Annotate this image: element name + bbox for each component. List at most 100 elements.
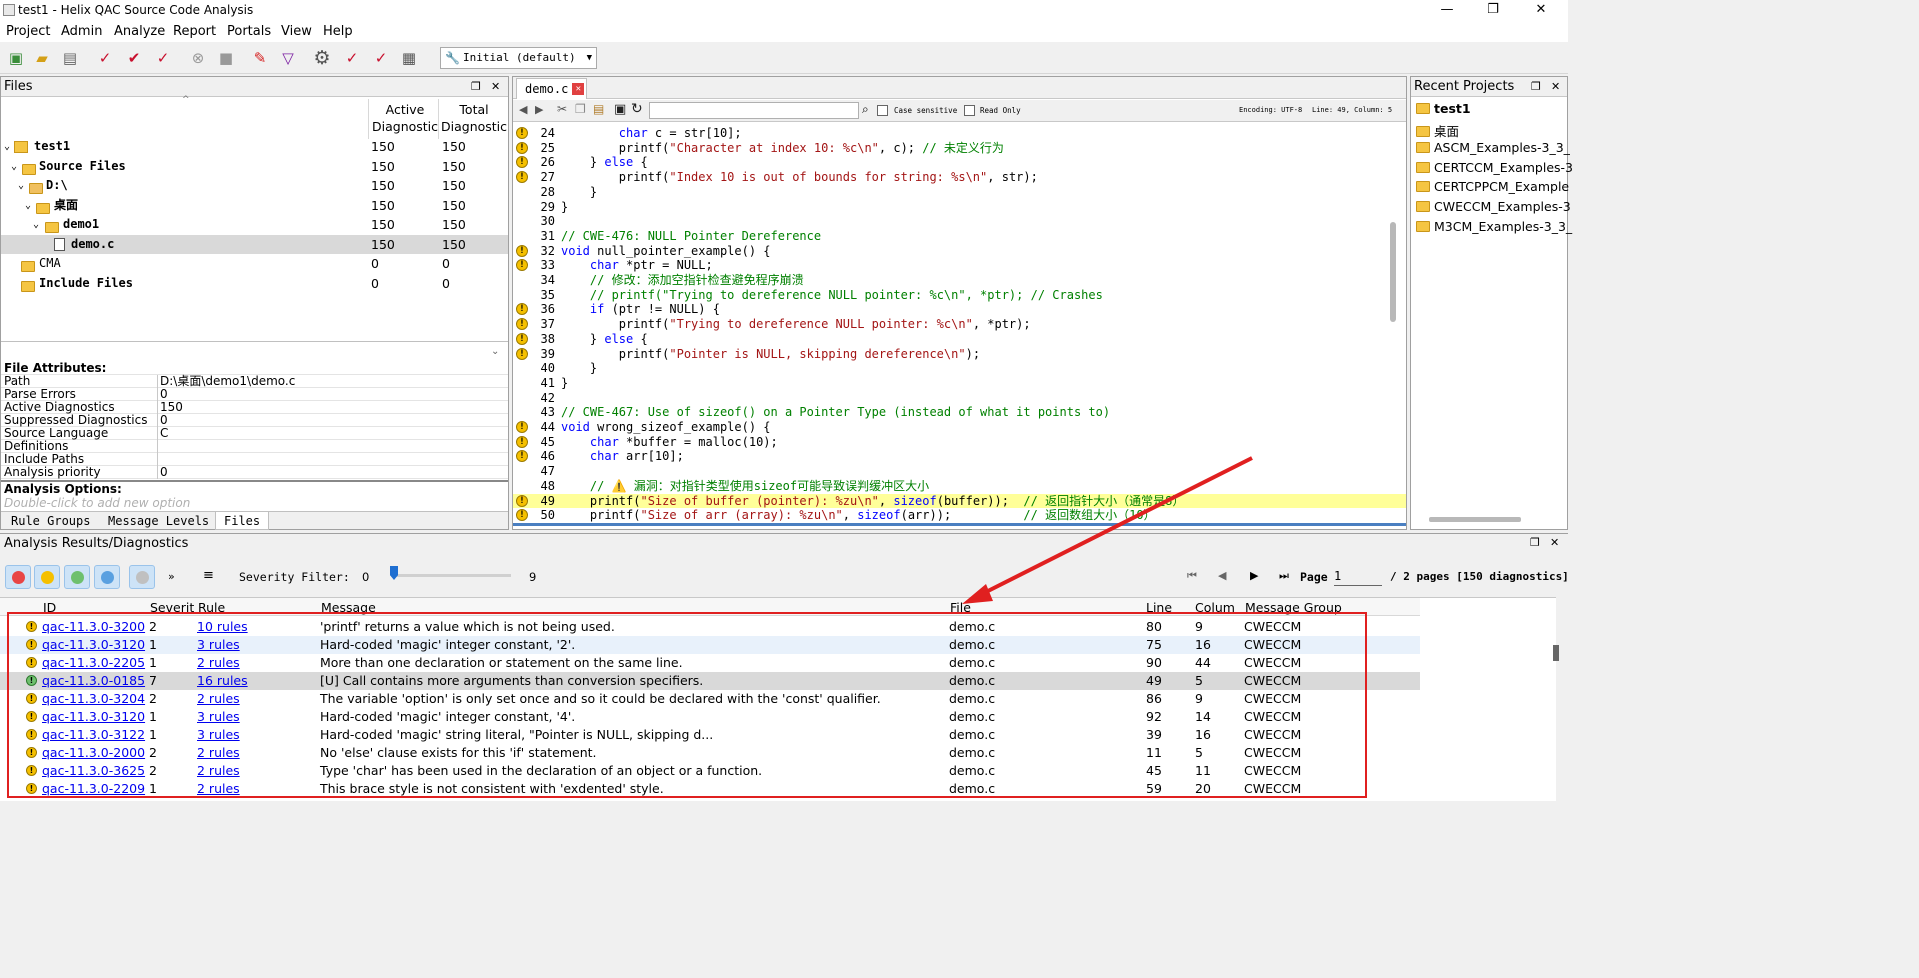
read-only-checkbox[interactable] (964, 105, 975, 116)
code-line[interactable]: ! 38 } else { (513, 332, 1406, 347)
more-filters-icon[interactable]: » (168, 570, 175, 583)
code-line[interactable]: ! 39 printf("Pointer is NULL, skipping de… (513, 347, 1406, 362)
forward-icon[interactable]: ▶ (535, 103, 543, 116)
stop-icon[interactable]: ■ (216, 48, 236, 68)
collapse-icon[interactable]: ⌄ (11, 157, 17, 176)
next-page-icon[interactable]: ▶ (1250, 569, 1258, 582)
table-scrollbar-thumb[interactable] (1553, 645, 1559, 661)
configuration-select[interactable]: 🔧 Initial (default) ▼ (440, 47, 597, 69)
close-tab-icon[interactable]: ✕ (572, 83, 585, 95)
code-area[interactable]: ! 24 char c = str[10];! 25 printf("Charact… (513, 123, 1406, 529)
float-panel-icon[interactable]: ❐ (471, 77, 481, 97)
tree-item-drive-d[interactable]: ⌄ D:\ 150 150 (1, 176, 508, 196)
menu-admin[interactable]: Admin (61, 24, 102, 39)
copy-icon[interactable]: ❐ (575, 102, 586, 116)
editor-scrollbar-thumb[interactable] (1390, 222, 1396, 322)
warning-icon[interactable]: ! (516, 435, 528, 448)
menu-report[interactable]: Report (173, 24, 216, 39)
settings-icon[interactable]: ⚙ (312, 48, 332, 68)
close-window-button[interactable]: ✕ (1518, 0, 1564, 20)
rule-config-icon[interactable]: ✓ (371, 48, 391, 68)
analysis-options-placeholder[interactable]: Double-click to add new option (4, 496, 190, 510)
tree-item-demo-c[interactable]: demo.c 150 150 (1, 234, 508, 254)
save-icon[interactable]: ▣ (614, 102, 626, 117)
tab-message-levels[interactable]: Message Levels (100, 512, 217, 530)
code-line[interactable]: 34 // 修改：添加空指针检查避免程序崩溃 (513, 273, 1406, 288)
collapse-icon[interactable]: ⌄ (18, 176, 24, 195)
warning-icon[interactable]: ! (516, 171, 528, 184)
warning-icon[interactable]: ! (516, 332, 528, 345)
code-line[interactable]: 28 } (513, 185, 1406, 200)
last-page-icon[interactable]: ⏭ (1279, 569, 1289, 583)
code-line[interactable]: ! 25 printf("Character at index 10: %c\n"… (513, 141, 1406, 156)
warning-icon[interactable]: ! (516, 494, 528, 507)
warning-icon[interactable]: ! (516, 421, 528, 433)
code-line[interactable]: 31 // CWE-476: NULL Pointer Dereference (513, 229, 1406, 244)
maximize-button[interactable]: ❐ (1470, 0, 1516, 20)
search-icon[interactable]: ⌕ (862, 102, 869, 117)
warning-icon[interactable]: ! (516, 318, 528, 331)
prev-page-icon[interactable]: ◀ (1218, 569, 1226, 582)
code-line[interactable]: ! 45 char *buffer = malloc(10); (513, 435, 1406, 450)
recent-project-item[interactable]: CERTCPPCM_Example (1416, 179, 1569, 194)
severity-filter-button[interactable] (94, 565, 120, 589)
collapse-attributes-icon[interactable]: ⌄ (491, 346, 499, 357)
suppress-icon[interactable]: ✎ (250, 48, 270, 68)
cut-icon[interactable]: ✂ (557, 102, 567, 116)
code-line[interactable]: ! 32 void null_pointer_example() { (513, 244, 1406, 259)
warning-icon[interactable]: ! (516, 259, 528, 272)
code-line[interactable]: ! 33 char *ptr = NULL; (513, 258, 1406, 273)
warning-icon[interactable]: ! (516, 141, 528, 154)
configure-icon[interactable]: ✓ (342, 48, 362, 68)
code-line[interactable]: ! 27 printf("Index 10 is out of bounds fo… (513, 170, 1406, 185)
menu-view[interactable]: View (281, 24, 312, 39)
first-page-icon[interactable]: ⏮ (1187, 569, 1197, 583)
code-line[interactable]: ! 37 printf("Trying to dereference NULL p… (513, 317, 1406, 332)
code-line[interactable]: ! 44 void wrong_sizeof_example() { (513, 420, 1406, 435)
open-project-icon[interactable]: ▰ (32, 48, 52, 68)
collapse-icon[interactable]: ⌄ (25, 196, 31, 215)
severity-filter-button[interactable] (5, 565, 31, 589)
code-line[interactable]: 43 // CWE-467: Use of sizeof() on a Point… (513, 405, 1406, 420)
back-icon[interactable]: ◀ (519, 103, 527, 116)
code-line[interactable]: 48 // ⚠️ 漏洞：对指针类型使用sizeof可能导致误判缓冲区大小 (513, 479, 1406, 494)
tree-item-cma[interactable]: CMA 0 0 (1, 254, 508, 274)
warning-icon[interactable]: ! (516, 347, 528, 360)
dashboard-icon[interactable]: ▦ (399, 48, 419, 68)
recent-scrollbar-thumb[interactable] (1429, 517, 1521, 522)
tree-item-desktop[interactable]: ⌄ 桌面 150 150 (1, 196, 508, 216)
tab-demo-c[interactable]: demo.c ✕ (516, 78, 588, 99)
close-panel-icon[interactable]: ✕ (491, 77, 500, 97)
project-properties-icon[interactable]: ▤ (60, 48, 80, 68)
tree-item-test1[interactable]: ⌄ test1 150 150 (1, 137, 508, 157)
tree-item-source-files[interactable]: ⌄ Source Files 150 150 (1, 157, 508, 177)
search-input[interactable] (649, 102, 859, 119)
case-sensitive-checkbox[interactable] (877, 105, 888, 116)
recent-project-item[interactable]: CWECCM_Examples-3 (1416, 199, 1571, 214)
analyze-all-icon[interactable]: ✓ (153, 48, 173, 68)
new-project-icon[interactable]: ▣ (6, 48, 26, 68)
float-panel-icon[interactable]: ❐ (1530, 536, 1540, 549)
warning-icon[interactable]: ! (516, 509, 528, 522)
paste-icon[interactable]: ▤ (593, 102, 604, 116)
code-line[interactable]: 40 } (513, 361, 1406, 376)
tab-rule-groups[interactable]: Rule Groups (3, 512, 98, 530)
code-line[interactable]: ! 46 char arr[10]; (513, 449, 1406, 464)
severity-filter-button[interactable] (34, 565, 60, 589)
severity-filter-button[interactable] (64, 565, 90, 589)
refresh-icon[interactable]: ↻ (631, 101, 643, 117)
code-line[interactable]: 41} (513, 376, 1406, 391)
code-line[interactable]: ! 24 char c = str[10]; (513, 126, 1406, 141)
tab-files[interactable]: Files (215, 512, 270, 530)
menu-portals[interactable]: Portals (227, 24, 271, 39)
warning-icon[interactable]: ! (516, 244, 528, 257)
tree-item-include-files[interactable]: Include Files 0 0 (1, 274, 508, 294)
page-input[interactable] (1334, 566, 1382, 586)
warning-icon[interactable]: ! (516, 450, 528, 463)
code-line[interactable]: ! 36 if (ptr != NULL) { (513, 302, 1406, 317)
code-line[interactable]: 30 (513, 214, 1406, 229)
menu-analyze[interactable]: Analyze (114, 24, 165, 39)
close-panel-icon[interactable]: ✕ (1550, 536, 1559, 549)
active-diagnostic-header[interactable]: Active Diagnostic (372, 101, 438, 135)
filter-icon[interactable]: ▽ (278, 48, 298, 68)
